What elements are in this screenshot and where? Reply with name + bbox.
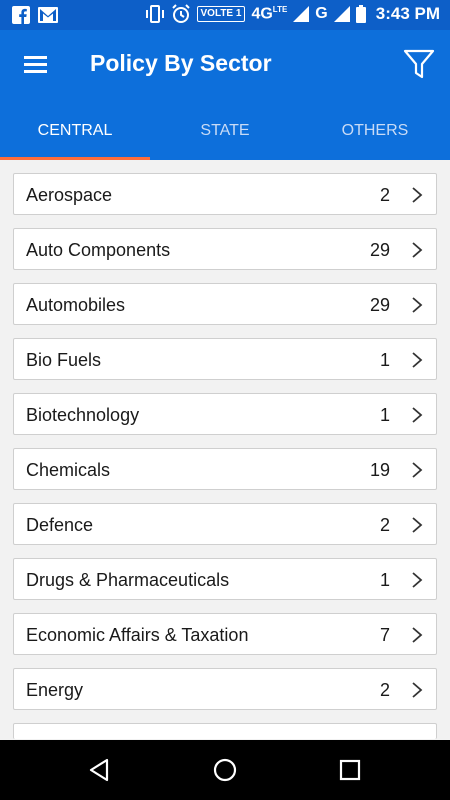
status-bar: VOLTE 1 4GLTE G 3:43 PM (0, 0, 450, 30)
chevron-right-icon (412, 187, 423, 203)
policy-count: 2 (379, 185, 390, 205)
sector-list: Aerospace 2 Auto Components 29 Automobil… (0, 160, 450, 740)
policy-count: 19 (369, 460, 390, 480)
policy-count: 1 (379, 405, 390, 425)
list-item[interactable]: Chemicals 19 (13, 448, 437, 490)
list-item[interactable]: Defence 2 (13, 503, 437, 545)
home-button[interactable] (212, 757, 238, 783)
sector-name: Biotechnology (26, 405, 140, 425)
back-icon (89, 758, 109, 782)
list-item[interactable]: Economic Affairs & Taxation 7 (13, 613, 437, 655)
list-item[interactable] (13, 723, 437, 739)
filter-icon (403, 49, 435, 79)
chevron-right-icon (412, 242, 423, 258)
policy-count: 29 (369, 240, 390, 260)
list-item[interactable]: Drugs & Pharmaceuticals 1 (13, 558, 437, 600)
chevron-right-icon (412, 462, 423, 478)
list-item[interactable]: Aerospace 2 (13, 173, 437, 215)
signal-icon (333, 6, 350, 22)
policy-count: 29 (369, 295, 390, 315)
system-nav-bar (0, 740, 450, 800)
policy-count: 2 (379, 515, 390, 535)
policy-count: 7 (379, 625, 390, 645)
alarm-icon (171, 4, 190, 23)
sector-name: Chemicals (26, 460, 111, 480)
chevron-right-icon (412, 407, 423, 423)
network-indicator: 4GLTE (251, 4, 288, 23)
tab-others[interactable]: OTHERS (300, 115, 450, 160)
page-title: Policy By Sector (90, 50, 272, 76)
chevron-right-icon (412, 352, 423, 368)
tab-state[interactable]: STATE (150, 115, 300, 160)
tab-central[interactable]: CENTRAL (0, 115, 150, 160)
volte-indicator: VOLTE 1 (196, 6, 246, 22)
list-item[interactable]: Automobiles 29 (13, 283, 437, 325)
battery-icon (355, 5, 366, 23)
sector-name: Auto Components (26, 240, 171, 260)
sector-name: Drugs & Pharmaceuticals (26, 570, 230, 590)
list-item[interactable]: Bio Fuels 1 (13, 338, 437, 380)
sector-name: Aerospace (26, 185, 113, 205)
chevron-right-icon (412, 517, 423, 533)
list-item[interactable]: Biotechnology 1 (13, 393, 437, 435)
vibrate-icon (145, 5, 164, 23)
policy-count: 2 (379, 680, 390, 700)
sector-name: Energy (26, 680, 84, 700)
home-icon (213, 758, 237, 782)
chevron-right-icon (412, 297, 423, 313)
policy-count: 1 (379, 350, 390, 370)
tab-bar: CENTRAL STATE OTHERS (0, 115, 450, 160)
menu-button[interactable] (22, 52, 50, 76)
chevron-right-icon (412, 682, 423, 698)
clock: 3:43 PM (375, 4, 440, 23)
network2-indicator: G (315, 5, 328, 22)
chevron-right-icon (412, 627, 423, 643)
gmail-icon (38, 7, 58, 23)
app-bar: Policy By Sector CENTRAL STATE OTHERS (0, 30, 450, 160)
list-item[interactable]: Auto Components 29 (13, 228, 437, 270)
back-button[interactable] (87, 757, 113, 783)
list-item[interactable]: Energy 2 (13, 668, 437, 710)
facebook-icon (12, 6, 30, 24)
policy-count: 1 (379, 570, 390, 590)
sector-name: Defence (26, 515, 94, 535)
hamburger-menu-icon (24, 56, 47, 73)
signal-icon (293, 6, 310, 22)
chevron-right-icon (412, 572, 423, 588)
filter-button[interactable] (402, 46, 436, 82)
recents-icon (339, 759, 361, 781)
sector-name: Economic Affairs & Taxation (26, 625, 249, 645)
sector-name: Bio Fuels (26, 350, 102, 370)
recents-button[interactable] (337, 757, 363, 783)
sector-name: Automobiles (26, 295, 126, 315)
